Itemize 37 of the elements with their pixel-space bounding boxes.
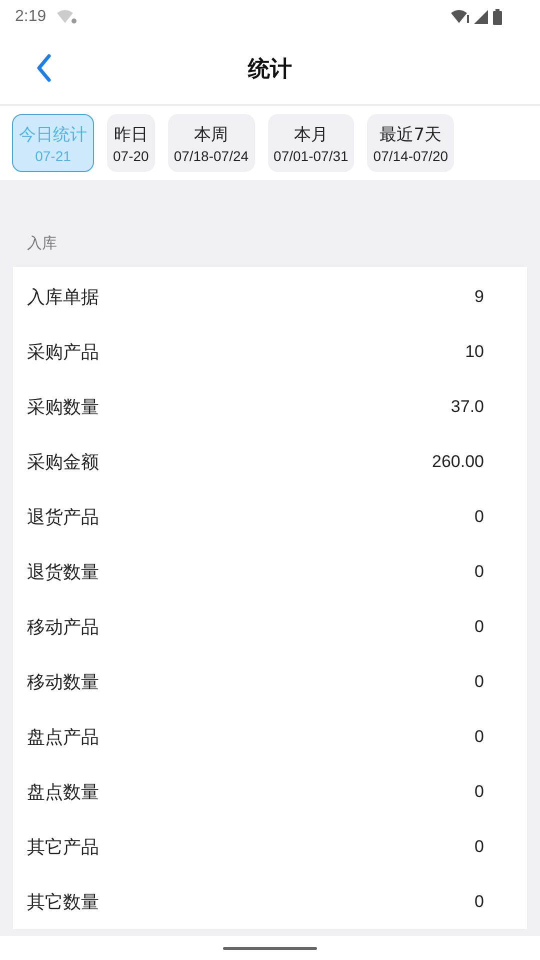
- home-handle[interactable]: [223, 946, 317, 950]
- back-icon[interactable]: [36, 54, 52, 82]
- stat-label: 采购金额: [27, 450, 99, 474]
- stat-value: 0: [474, 782, 484, 802]
- section-title: 入库: [26, 233, 58, 254]
- stat-value: 0: [474, 836, 484, 856]
- stat-label: 其它产品: [27, 836, 99, 858]
- stat-value: 0: [474, 506, 484, 526]
- stat-label: 盘点数量: [27, 780, 99, 804]
- signal-icon: [474, 10, 488, 24]
- stat-label: 移动产品: [27, 616, 99, 638]
- stat-value: 0: [474, 672, 484, 692]
- wifi-question-icon: [57, 10, 78, 24]
- stat-label: 退货数量: [27, 560, 99, 584]
- stat-value: 260.00: [432, 452, 484, 472]
- stat-value: 9: [474, 286, 484, 306]
- page-title: 统计: [248, 56, 292, 84]
- stat-value: 37.0: [450, 396, 484, 416]
- battery-icon: [493, 9, 502, 25]
- stat-label: 采购产品: [27, 340, 99, 364]
- stat-label: 采购数量: [27, 396, 99, 418]
- stat-value: 0: [474, 892, 484, 912]
- stat-label: 退货产品: [27, 506, 99, 528]
- stat-label: 入库单据: [27, 286, 99, 308]
- stat-value: 0: [474, 562, 484, 582]
- stat-label: 盘点产品: [27, 726, 99, 748]
- date-tab[interactable]: 本周 07/18-07/24: [168, 114, 255, 172]
- stat-value: 10: [465, 342, 484, 362]
- stat-label: 移动数量: [27, 670, 99, 694]
- date-tab[interactable]: 昨日 07-20: [107, 114, 155, 172]
- date-tab[interactable]: 本月 07/01-07/31: [268, 114, 354, 172]
- stat-value: 0: [474, 616, 484, 636]
- stat-value: 0: [474, 726, 484, 746]
- status-time: 2:19: [15, 8, 46, 26]
- date-tab[interactable]: 最近7天 07/14-07/20: [367, 114, 454, 172]
- stat-label: 其它数量: [27, 890, 99, 914]
- wifi-icon: [451, 10, 469, 24]
